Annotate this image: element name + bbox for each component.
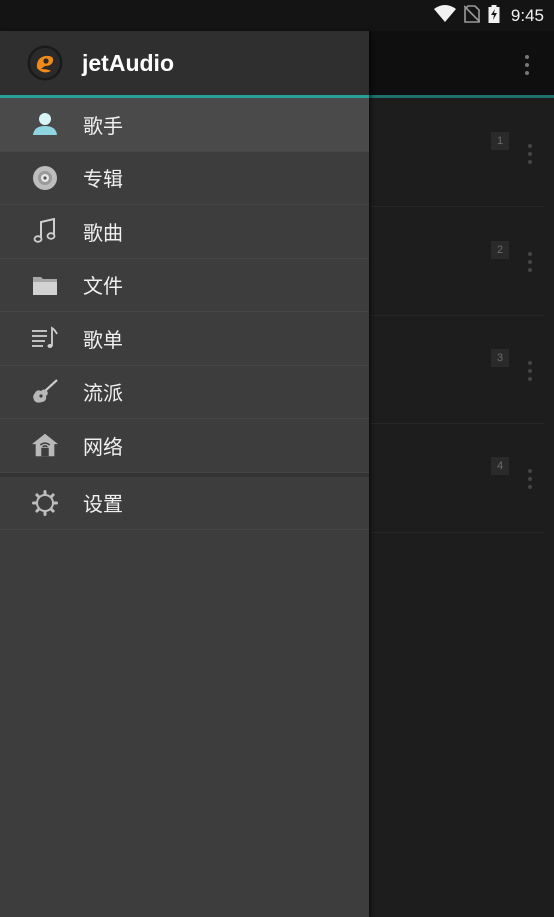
- item-overflow-icon[interactable]: [528, 469, 532, 489]
- overflow-menu-icon[interactable]: [525, 55, 529, 75]
- navigation-drawer: jetAudio 歌手 专辑 歌曲 文件 歌单 流派 网络 设置: [0, 31, 369, 917]
- track-number-badge: 2: [491, 241, 509, 259]
- drawer-menu: 歌手 专辑 歌曲 文件 歌单 流派 网络 设置: [0, 98, 369, 530]
- list-item[interactable]: [370, 316, 544, 424]
- drawer-item-label: 歌曲: [83, 220, 123, 245]
- drawer-item-songs[interactable]: 歌曲: [0, 205, 369, 259]
- drawer-item-settings[interactable]: 设置: [0, 477, 369, 530]
- drawer-item-label: 网络: [83, 434, 123, 459]
- gear-icon: [31, 489, 59, 517]
- drawer-item-label: 歌手: [83, 113, 123, 138]
- list-item[interactable]: [370, 207, 544, 316]
- album-disc-icon: [31, 164, 59, 192]
- artist-icon: [31, 110, 59, 138]
- item-overflow-icon[interactable]: [528, 252, 532, 272]
- drawer-header: jetAudio: [0, 31, 369, 95]
- wifi-icon: [433, 4, 456, 27]
- item-overflow-icon[interactable]: [528, 361, 532, 381]
- drawer-item-albums[interactable]: 专辑: [0, 152, 369, 205]
- drawer-item-label: 设置: [83, 492, 123, 517]
- drawer-item-network[interactable]: 网络: [0, 419, 369, 473]
- status-time: 9:45: [510, 5, 544, 25]
- guitar-icon: [31, 378, 59, 406]
- track-number-badge: 1: [491, 132, 509, 150]
- drawer-item-playlists[interactable]: 歌单: [0, 312, 369, 366]
- drawer-item-label: 文件: [83, 274, 123, 299]
- battery-charging-icon: [488, 4, 500, 27]
- list-item[interactable]: [370, 424, 544, 533]
- app-logo: [27, 45, 63, 81]
- track-number-badge: 4: [491, 457, 509, 475]
- drawer-item-label: 歌单: [83, 327, 123, 352]
- folder-icon: [31, 271, 59, 299]
- item-overflow-icon[interactable]: [528, 144, 532, 164]
- list-item[interactable]: [370, 98, 544, 207]
- drawer-item-genres[interactable]: 流派: [0, 366, 369, 419]
- drawer-item-files[interactable]: 文件: [0, 259, 369, 312]
- music-note-icon: [31, 217, 59, 245]
- network-home-icon: [31, 431, 59, 459]
- track-number-badge: 3: [491, 349, 509, 367]
- playlist-icon: [31, 324, 59, 352]
- drawer-item-artists[interactable]: 歌手: [0, 98, 369, 152]
- drawer-item-label: 流派: [83, 381, 123, 406]
- app-title: jetAudio: [82, 50, 174, 76]
- drawer-item-label: 专辑: [83, 167, 123, 192]
- no-sim-icon: [463, 4, 481, 27]
- status-bar: 9:45: [0, 0, 554, 31]
